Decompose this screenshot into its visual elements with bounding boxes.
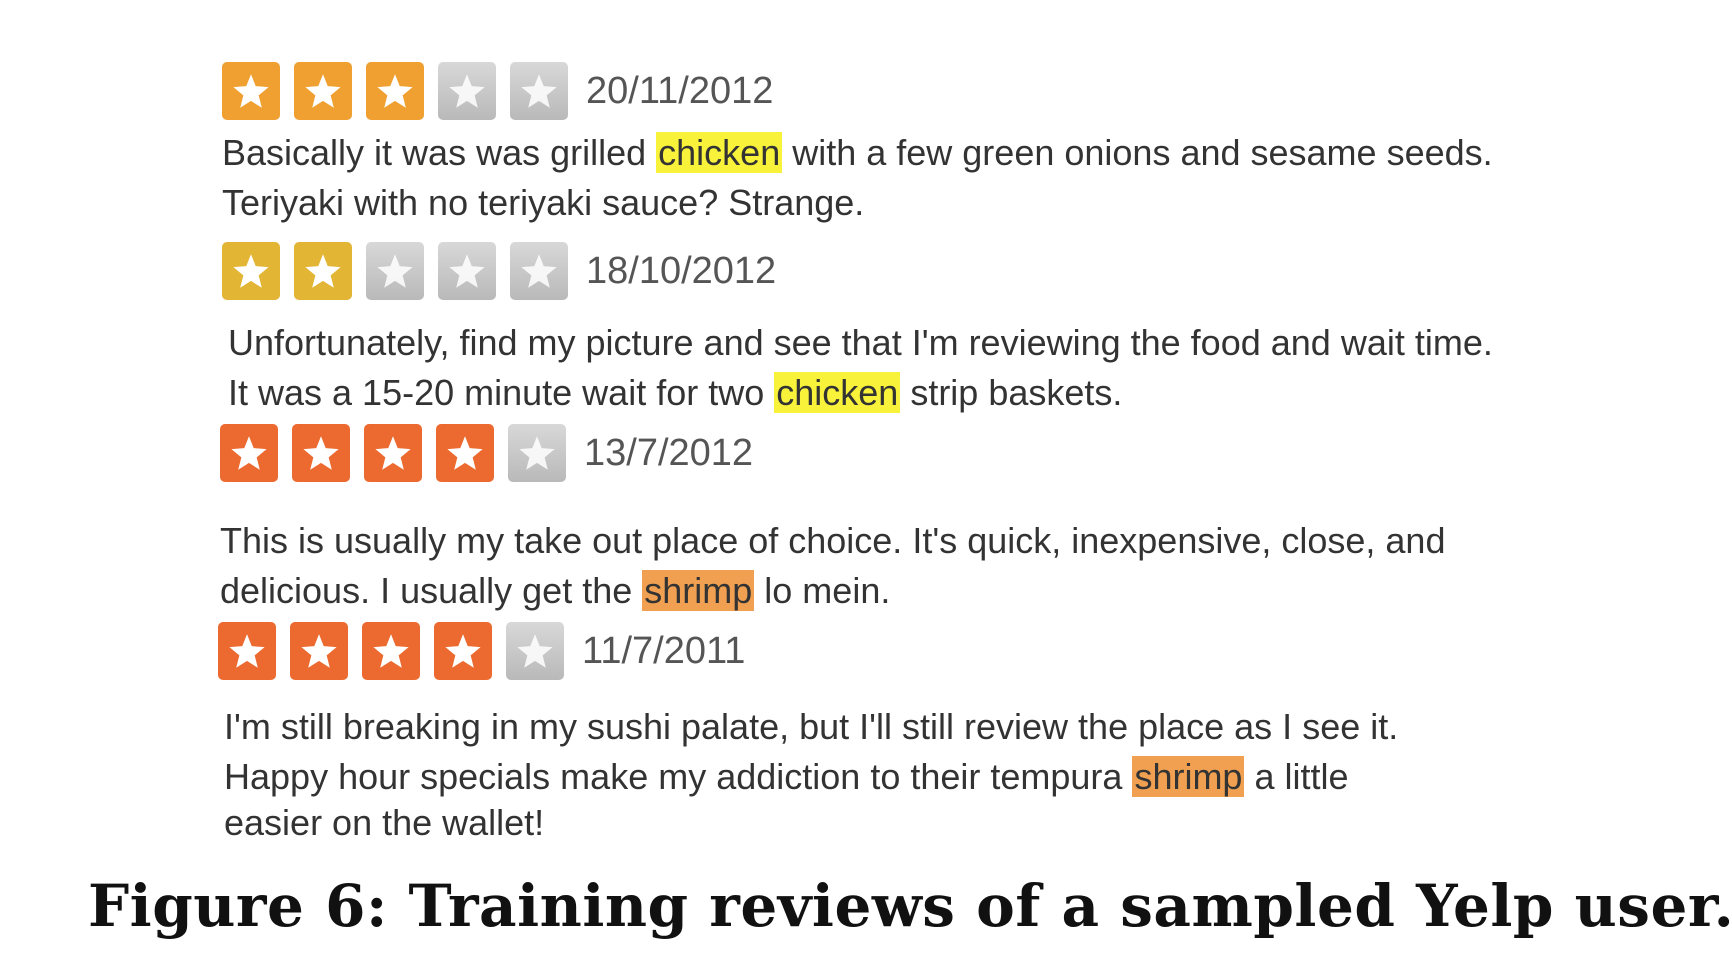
star-icon bbox=[510, 242, 568, 300]
highlighted-word: shrimp bbox=[1132, 756, 1245, 797]
star-icon bbox=[294, 242, 352, 300]
figure: 20/11/2012 Basically it was was grilled … bbox=[0, 0, 1732, 966]
star-rating: 11/7/2011 bbox=[218, 620, 1398, 682]
text-segment: Basically it was was grilled bbox=[222, 132, 657, 173]
review-date: 13/7/2012 bbox=[584, 431, 754, 474]
review-date: 18/10/2012 bbox=[586, 249, 777, 292]
review-date: 11/7/2011 bbox=[582, 629, 746, 672]
review-date: 20/11/2012 bbox=[586, 69, 774, 112]
star-icon bbox=[290, 622, 348, 680]
star-rating: 13/7/2012 bbox=[220, 422, 1445, 484]
text-segment: Happy hour specials make my addiction to… bbox=[224, 756, 1133, 797]
review-text-line: This is usually my take out place of cho… bbox=[220, 520, 1446, 561]
highlighted-word: chicken bbox=[774, 372, 901, 413]
review-text-line: easier on the wallet! bbox=[224, 802, 545, 843]
text-segment: It was a 15-20 minute wait for two bbox=[228, 372, 775, 413]
review-text-line: Basically it was was grilled chicken wit… bbox=[222, 128, 1493, 178]
star-icon bbox=[364, 424, 422, 482]
figure-caption: Figure 6: Training reviews of a sampled … bbox=[88, 872, 1732, 940]
review-text-line: Unfortunately, find my picture and see t… bbox=[228, 322, 1493, 363]
star-icon bbox=[292, 424, 350, 482]
review-text-line: delicious. I usually get the shrimp lo m… bbox=[220, 566, 1445, 616]
star-icon bbox=[510, 62, 568, 120]
text-segment: with a few green onions and sesame seeds… bbox=[782, 132, 1493, 173]
highlighted-word: chicken bbox=[656, 132, 783, 173]
review-text-line: Teriyaki with no teriyaki sauce? Strange… bbox=[222, 182, 865, 223]
star-rating: 18/10/2012 bbox=[222, 240, 1493, 302]
star-icon bbox=[222, 242, 280, 300]
star-icon bbox=[366, 62, 424, 120]
star-icon bbox=[438, 62, 496, 120]
review-1: 20/11/2012 Basically it was was grilled … bbox=[222, 60, 1493, 228]
review-text-line: I'm still breaking in my sushi palate, b… bbox=[224, 706, 1399, 747]
text-segment: lo mein. bbox=[754, 570, 891, 611]
highlighted-word: shrimp bbox=[642, 570, 755, 611]
star-icon bbox=[434, 622, 492, 680]
star-icon bbox=[362, 622, 420, 680]
star-icon bbox=[222, 62, 280, 120]
star-icon bbox=[436, 424, 494, 482]
star-icon bbox=[294, 62, 352, 120]
star-icon bbox=[220, 424, 278, 482]
text-segment: delicious. I usually get the bbox=[220, 570, 643, 611]
review-text-line: It was a 15-20 minute wait for two chick… bbox=[228, 368, 1493, 418]
star-rating: 20/11/2012 bbox=[222, 60, 1493, 122]
star-icon bbox=[218, 622, 276, 680]
review-text-line: Happy hour specials make my addiction to… bbox=[224, 752, 1398, 802]
star-icon bbox=[508, 424, 566, 482]
review-4: 11/7/2011 I'm still breaking in my sushi… bbox=[218, 620, 1398, 844]
review-2: 18/10/2012 Unfortunately, find my pictur… bbox=[222, 240, 1493, 418]
star-icon bbox=[438, 242, 496, 300]
review-3: 13/7/2012 This is usually my take out pl… bbox=[220, 422, 1445, 616]
text-segment: a little bbox=[1244, 756, 1349, 797]
text-segment: strip baskets. bbox=[900, 372, 1123, 413]
star-icon bbox=[506, 622, 564, 680]
star-icon bbox=[366, 242, 424, 300]
